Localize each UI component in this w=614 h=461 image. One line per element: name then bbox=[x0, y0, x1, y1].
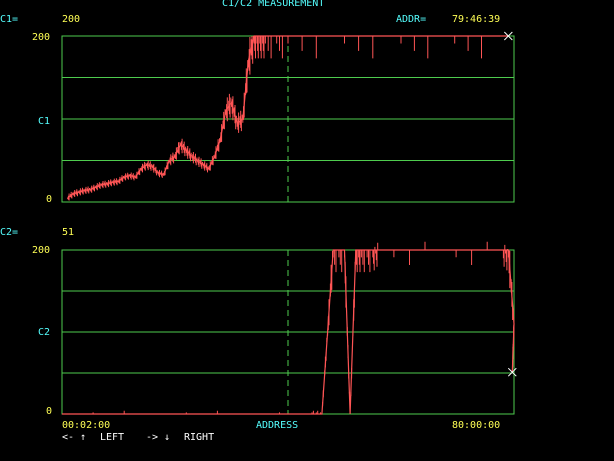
measurement-plots bbox=[61, 31, 517, 415]
signal-noise bbox=[92, 241, 515, 414]
